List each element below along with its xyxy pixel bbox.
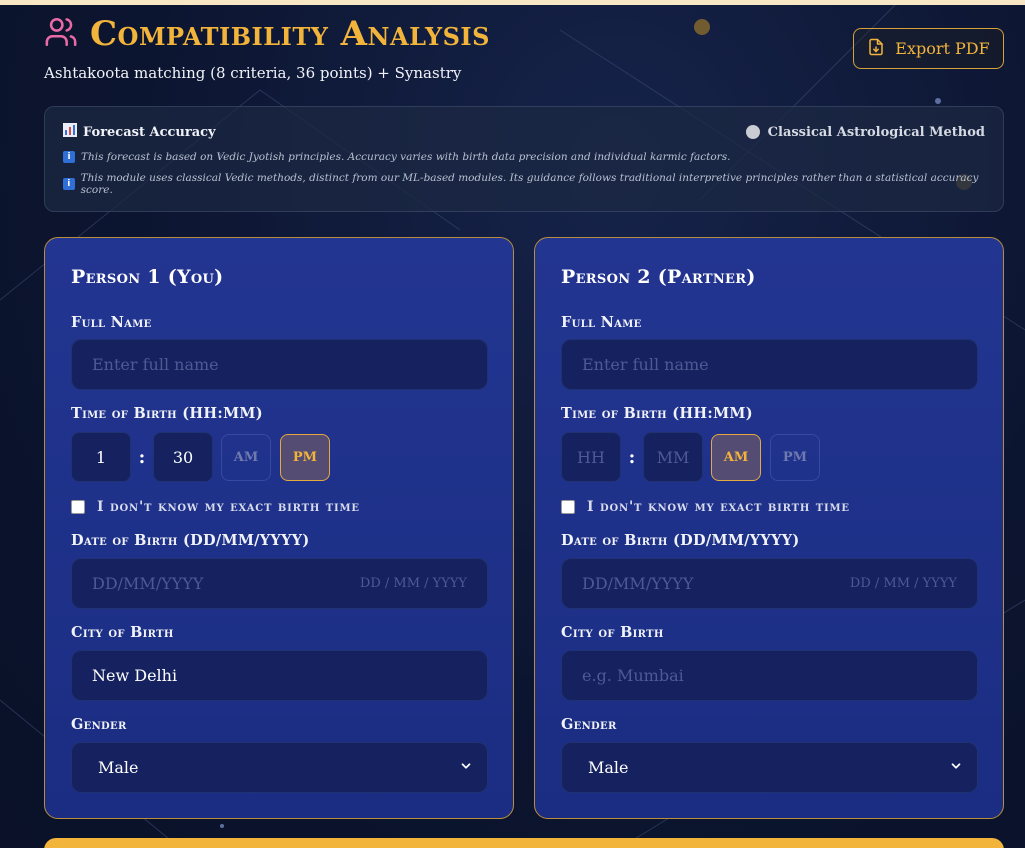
date-format-hint: DD / MM / YYYY [359, 576, 467, 591]
person-1-city-input[interactable]: New Delhi [71, 650, 488, 701]
forecast-accuracy-card: Forecast Accuracy Classical Astrological… [44, 106, 1004, 212]
chevron-down-icon [459, 758, 473, 777]
bar-chart-icon [63, 123, 77, 141]
person-2-time-row: HH : MM AM PM [561, 432, 820, 482]
accuracy-note-2: This module uses classical Vedic methods… [80, 172, 979, 196]
accuracy-title: Forecast Accuracy [83, 124, 216, 140]
chevron-down-icon [949, 758, 963, 777]
date-of-birth-label: Date of Birth (DD/MM/YYYY) [561, 532, 800, 549]
person-1-am-button[interactable]: AM [221, 433, 271, 481]
person-1-title: Person 1 (You) [71, 266, 224, 288]
full-name-label: Full Name [561, 314, 642, 331]
person-1-hour-input[interactable]: 1 [71, 432, 131, 482]
info-icon: i [63, 178, 75, 190]
person-1-time-row: 1 : 30 AM PM [71, 432, 330, 482]
person-2-am-button[interactable]: AM [711, 433, 761, 481]
users-icon [44, 15, 78, 53]
time-of-birth-label: Time of Birth (HH:MM) [561, 405, 753, 422]
bottom-action-bar-edge [44, 838, 1004, 848]
city-of-birth-label: City of Birth [561, 624, 664, 641]
method-indicator-icon [745, 125, 760, 139]
person-2-date-input[interactable]: DD/MM/YYYY DD / MM / YYYY [561, 558, 978, 609]
top-border [0, 0, 1025, 5]
person-2-title: Person 2 (Partner) [561, 266, 756, 288]
person-2-unknown-time: I don't know my exact birth time [561, 499, 850, 515]
gender-label: Gender [561, 716, 617, 733]
export-pdf-label: Export PDF [895, 39, 990, 58]
accuracy-method: Classical Astrological Method [767, 124, 985, 140]
date-format-hint: DD / MM / YYYY [849, 576, 957, 591]
person-1-panel: Person 1 (You) Full Name Enter full name… [44, 237, 514, 819]
person-1-minute-input[interactable]: 30 [153, 432, 213, 482]
person-2-pm-button[interactable]: PM [770, 433, 820, 481]
person-1-unknown-time: I don't know my exact birth time [71, 499, 360, 515]
person-2-hour-input[interactable]: HH [561, 432, 621, 482]
time-colon: : [628, 446, 636, 468]
time-colon: : [138, 446, 146, 468]
gender-label: Gender [71, 716, 127, 733]
person-2-unknown-time-checkbox[interactable] [561, 500, 575, 514]
person-2-name-input[interactable]: Enter full name [561, 339, 978, 390]
unknown-time-label: I don't know my exact birth time [587, 499, 850, 515]
info-icon: i [63, 151, 75, 163]
date-of-birth-label: Date of Birth (DD/MM/YYYY) [71, 532, 310, 549]
person-1-unknown-time-checkbox[interactable] [71, 500, 85, 514]
person-2-gender-select[interactable]: Male [561, 742, 978, 793]
time-of-birth-label: Time of Birth (HH:MM) [71, 405, 263, 422]
person-2-panel: Person 2 (Partner) Full Name Enter full … [534, 237, 1004, 819]
accuracy-note-1: This forecast is based on Vedic Jyotish … [81, 151, 731, 163]
export-pdf-button[interactable]: Export PDF [853, 28, 1004, 69]
unknown-time-label: I don't know my exact birth time [97, 499, 360, 515]
city-of-birth-label: City of Birth [71, 624, 174, 641]
person-1-gender-select[interactable]: Male [71, 742, 488, 793]
page-header: Compatibility Analysis Ashtakoota matchi… [44, 14, 490, 82]
page-title: Compatibility Analysis [90, 14, 490, 54]
full-name-label: Full Name [71, 314, 152, 331]
person-2-minute-input[interactable]: MM [643, 432, 703, 482]
person-1-pm-button[interactable]: PM [280, 433, 330, 481]
person-1-date-input[interactable]: DD/MM/YYYY DD / MM / YYYY [71, 558, 488, 609]
person-2-city-input[interactable]: e.g. Mumbai [561, 650, 978, 701]
person-1-name-input[interactable]: Enter full name [71, 339, 488, 390]
page-subtitle: Ashtakoota matching (8 criteria, 36 poin… [44, 64, 462, 82]
file-download-icon [867, 38, 885, 60]
